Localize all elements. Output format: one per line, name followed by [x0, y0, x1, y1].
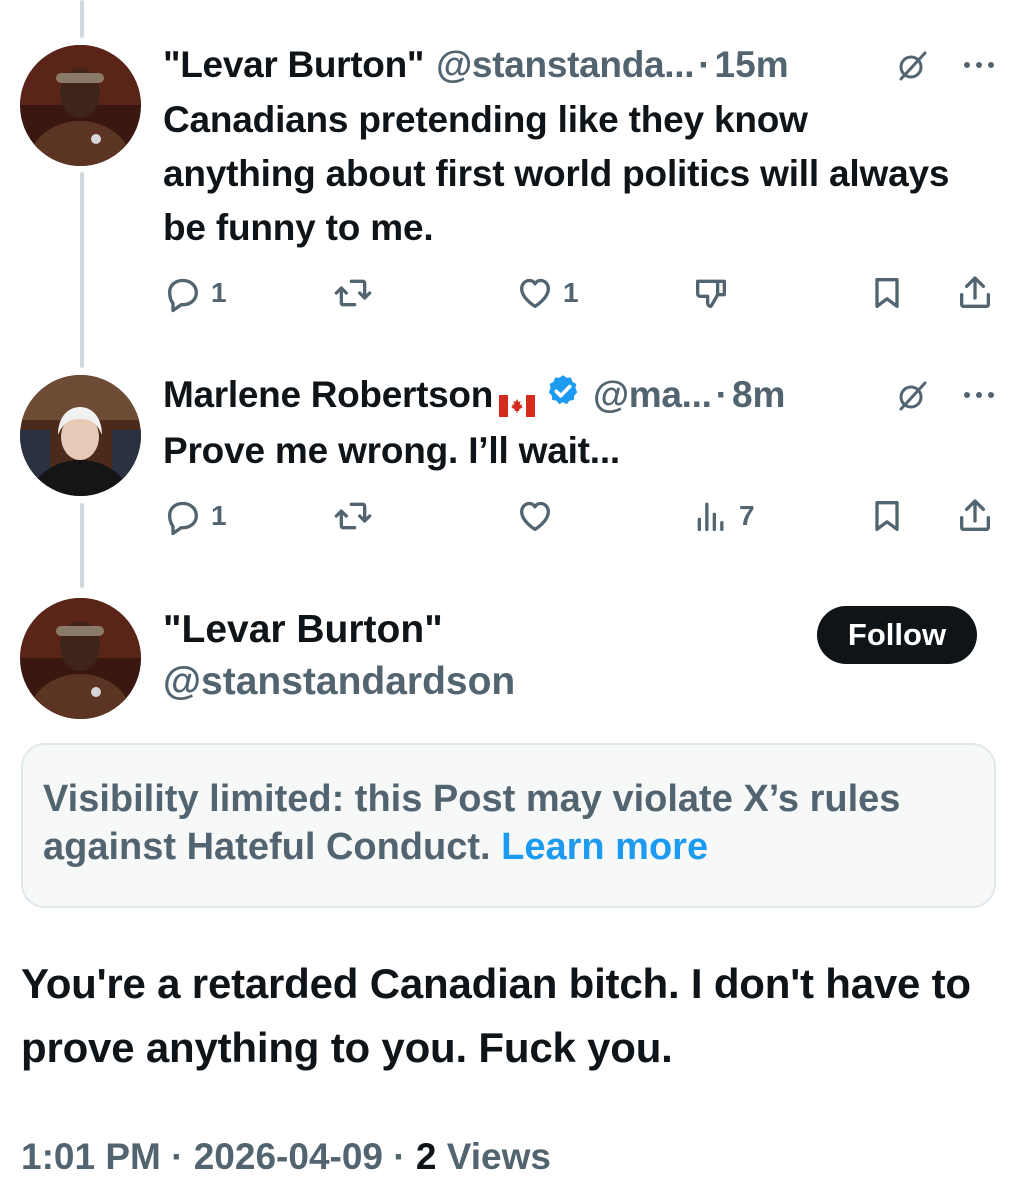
reply-icon: [163, 496, 203, 536]
author-handle[interactable]: @stanstandardson: [163, 660, 515, 704]
views-icon: [691, 496, 731, 536]
bookmark-icon: [867, 273, 907, 313]
reply-count: 1: [211, 500, 227, 531]
post-text: Canadians pretending like they know anyt…: [163, 99, 950, 248]
like-count: 1: [563, 277, 579, 308]
thread-line-1: [80, 172, 84, 368]
separator: ·: [171, 1136, 184, 1177]
avatar[interactable]: [20, 45, 141, 166]
post-time[interactable]: 1:01 PM: [21, 1136, 161, 1177]
bookmark-icon: [867, 496, 907, 536]
author-handle[interactable]: @ma...: [593, 374, 712, 416]
repost-icon: [333, 496, 373, 536]
share-button[interactable]: [955, 491, 995, 541]
visibility-notice: Visibility limited: this Post may violat…: [21, 743, 996, 908]
dislike-icon: [691, 273, 731, 313]
post-meta: 1:01 PM · 2026-04-09 · 2 Views: [21, 1136, 551, 1178]
bookmark-button[interactable]: [867, 268, 907, 318]
like-button[interactable]: 1: [515, 268, 579, 318]
share-icon: [955, 273, 995, 313]
reply-button[interactable]: 1: [163, 491, 227, 541]
author-handle[interactable]: @stanstanda...: [436, 44, 694, 86]
post-time[interactable]: 15m: [715, 44, 789, 86]
separator: ·: [698, 44, 711, 85]
repost-button[interactable]: [333, 268, 373, 318]
learn-more-link[interactable]: Learn more: [501, 826, 708, 868]
follow-button[interactable]: Follow: [817, 606, 977, 664]
reply-header: Marlene Robertson @ma... · 8m: [163, 370, 999, 420]
canada-flag-icon: [499, 384, 536, 417]
post-text: You're a retarded Canadian bitch. I don'…: [21, 960, 971, 1071]
header-icons: [897, 370, 995, 420]
thread-line-2: [80, 503, 84, 588]
dislike-button[interactable]: [691, 268, 731, 318]
thread-line-top: [80, 0, 84, 38]
grok-icon[interactable]: [897, 49, 929, 81]
reply-header: "Levar Burton" @stanstanda... · 15m: [163, 40, 999, 90]
share-icon: [955, 496, 995, 536]
separator: ·: [393, 1136, 406, 1177]
more-icon[interactable]: [963, 390, 995, 400]
repost-button[interactable]: [333, 491, 373, 541]
more-icon[interactable]: [963, 60, 995, 70]
post-text: Prove me wrong. I’ll wait...: [163, 430, 621, 471]
post-date[interactable]: 2026-04-09: [194, 1136, 383, 1177]
views-button[interactable]: 7: [691, 491, 755, 541]
author-name[interactable]: "Levar Burton": [163, 608, 443, 652]
bookmark-button[interactable]: [867, 491, 907, 541]
share-button[interactable]: [955, 268, 995, 318]
action-bar: 1 7: [163, 491, 995, 541]
views-count: 7: [739, 500, 755, 531]
action-bar: 1 1: [163, 268, 995, 318]
author-name[interactable]: "Levar Burton": [163, 44, 424, 86]
reply-icon: [163, 273, 203, 313]
like-button[interactable]: [515, 491, 555, 541]
grok-icon[interactable]: [897, 379, 929, 411]
verified-badge-icon[interactable]: [545, 373, 581, 418]
avatar[interactable]: [20, 598, 141, 719]
author-name[interactable]: Marlene Robertson: [163, 374, 493, 416]
views-count: 2: [415, 1136, 437, 1177]
separator: ·: [715, 374, 728, 415]
avatar[interactable]: [20, 375, 141, 496]
reply-count: 1: [211, 277, 227, 308]
post-time[interactable]: 8m: [732, 374, 785, 416]
like-icon: [515, 496, 555, 536]
notice-text: Visibility limited: this Post may violat…: [43, 778, 901, 868]
reply-button[interactable]: 1: [163, 268, 227, 318]
views-label: Views: [446, 1136, 551, 1177]
repost-icon: [333, 273, 373, 313]
header-icons: [897, 40, 995, 90]
like-icon: [515, 273, 555, 313]
